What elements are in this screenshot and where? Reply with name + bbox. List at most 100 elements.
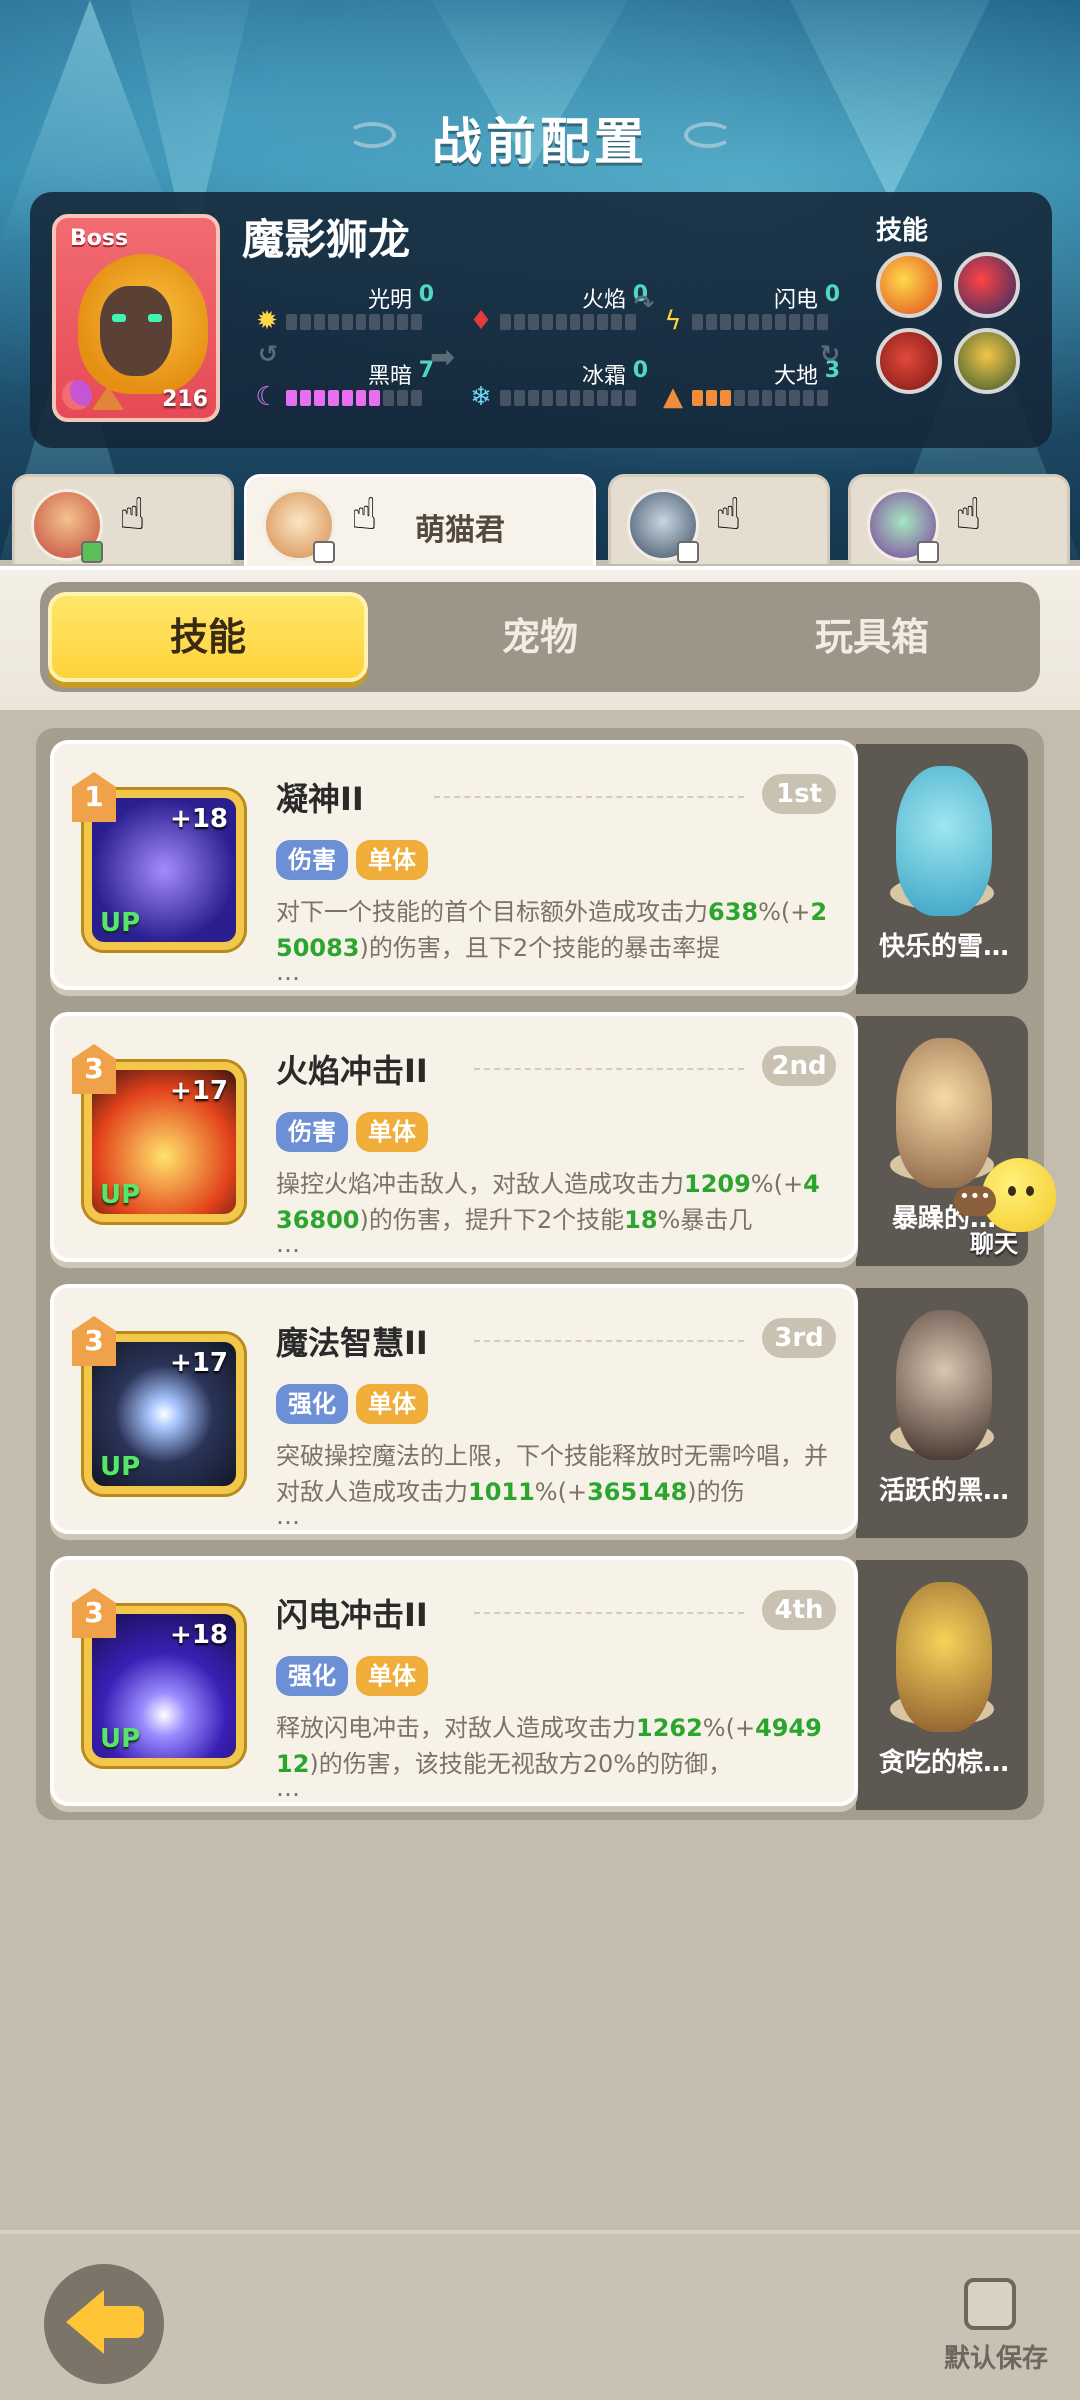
- boss-skill-claw-icon[interactable]: [876, 328, 942, 394]
- back-arrow-icon-tail: [100, 2306, 144, 2338]
- skill-tag: 单体: [356, 1384, 428, 1424]
- lion-face: [100, 286, 172, 376]
- element-bar: [286, 314, 423, 330]
- skill-card-2[interactable]: +17 UP 3 火焰冲击II 2nd 伤害 单体 操控火焰冲击敌人，对敌人造成…: [50, 1012, 858, 1262]
- skill-title: 火焰冲击II: [276, 1052, 428, 1090]
- pet-figure-image: [896, 1310, 992, 1460]
- pet-name: 快乐的雪…: [878, 932, 1009, 962]
- tab-pets[interactable]: 宠物: [380, 592, 700, 682]
- skill-rank-badge: 3: [72, 1044, 116, 1094]
- skill-up-label: UP: [100, 1180, 141, 1210]
- skill-tags: 伤害 单体: [276, 1112, 428, 1152]
- element-label: 冰霜: [581, 364, 626, 389]
- skill-up-label: UP: [100, 908, 141, 938]
- tab-skills[interactable]: 技能: [48, 592, 368, 682]
- snowflake-icon: ❄: [470, 382, 492, 412]
- skill-tag: 单体: [356, 840, 428, 880]
- moon-icon: ☾: [255, 382, 279, 412]
- skill-tags: 伤害 单体: [276, 840, 428, 880]
- skill-title: 闪电冲击II: [276, 1596, 428, 1634]
- hero-tab-4[interactable]: ☝: [848, 474, 1070, 564]
- element-value: 0: [418, 282, 434, 307]
- chat-dots-icon: •••: [954, 1186, 996, 1216]
- boss-skills-label: 技能: [876, 216, 929, 246]
- back-arrow-icon: [66, 2290, 104, 2354]
- pet-slot-3[interactable]: 活跃的黑…: [856, 1288, 1028, 1538]
- pet-name: 活跃的黑…: [878, 1476, 1009, 1506]
- skill-card-1[interactable]: +18 UP 1 凝神II 1st 伤害 单体 对下一个技能的首个目标额外造成攻…: [50, 740, 858, 990]
- pointing-hand-icon: ☝: [955, 489, 982, 540]
- skill-order-badge: 1st: [762, 774, 836, 814]
- skill-card-3[interactable]: +17 UP 3 魔法智慧II 3rd 强化 单体 突破操控魔法的上限，下个技能…: [50, 1284, 858, 1534]
- boss-portrait[interactable]: Boss 216: [52, 214, 220, 422]
- skill-order-badge: 2nd: [762, 1046, 836, 1086]
- element-dark: 黑暗 7 ☾: [252, 358, 452, 412]
- pointing-hand-icon: ☝: [351, 489, 378, 540]
- skill-rank-badge: 3: [72, 1316, 116, 1366]
- chat-button[interactable]: ••• 聊天: [954, 1158, 1064, 1258]
- tab-toybox[interactable]: 玩具箱: [712, 592, 1032, 682]
- boss-name: 魔影狮龙: [242, 215, 411, 264]
- divider: [474, 1340, 744, 1342]
- skill-desc-ellipsis: …: [276, 1230, 300, 1258]
- hero-tab-3[interactable]: ☝: [608, 474, 830, 564]
- skill-description: 对下一个技能的首个目标额外造成攻击力638%(+250083)的伤害，且下2个技…: [276, 898, 828, 962]
- chat-label: 聊天: [970, 1230, 1018, 1258]
- skill-up-label: UP: [100, 1452, 141, 1482]
- element-bar: [692, 390, 829, 406]
- element-light: 光明 0 ✹: [252, 282, 452, 336]
- boss-info-panel: Boss 216 魔影狮龙 光明 0 ✹ 火焰 0 ♦ 闪电 0 ϟ 黑暗 7 …: [30, 192, 1052, 448]
- element-frost: 冰霜 0 ❄: [466, 358, 666, 412]
- boss-skill-beast-icon[interactable]: [954, 328, 1020, 394]
- pointing-hand-icon: ☝: [119, 489, 146, 540]
- element-bar: [692, 314, 829, 330]
- element-label: 大地: [773, 364, 818, 389]
- dark-element-icon: [62, 380, 92, 410]
- pet-figure-image: [896, 1582, 992, 1732]
- element-cycle-arrow: ↻: [820, 340, 841, 368]
- element-lightning: 闪电 0 ϟ: [658, 282, 858, 336]
- skill-card-4[interactable]: +18 UP 3 闪电冲击II 4th 强化 单体 释放闪电冲击，对敌人造成攻击…: [50, 1556, 858, 1806]
- pet-slot-4[interactable]: 贪吃的棕…: [856, 1560, 1028, 1810]
- element-value: 0: [824, 282, 840, 307]
- divider: [434, 796, 744, 798]
- lion-eye-right: [148, 314, 162, 322]
- hero-badge-icon: [917, 541, 939, 563]
- skill-tag: 强化: [276, 1384, 348, 1424]
- hero-badge-icon: [313, 541, 335, 563]
- skill-order-badge: 4th: [762, 1590, 836, 1630]
- skill-description: 操控火焰冲击敌人，对敌人造成攻击力1209%(+436800)的伤害，提升下2个…: [276, 1170, 820, 1234]
- boss-skill-bird-icon[interactable]: [954, 252, 1020, 318]
- pet-slot-1[interactable]: 快乐的雪…: [856, 744, 1028, 994]
- element-label: 黑暗: [367, 364, 412, 389]
- skill-tag: 伤害: [276, 1112, 348, 1152]
- skill-plus: +17: [170, 1348, 228, 1378]
- hero-tab-2[interactable]: ☝ 萌猫君: [244, 474, 596, 570]
- element-cycle-arrow: ↺: [258, 340, 279, 368]
- skill-desc-ellipsis: …: [276, 1774, 300, 1802]
- hero-badge-icon: [81, 541, 103, 563]
- divider: [474, 1612, 744, 1614]
- page-title: 战前配置: [432, 113, 648, 171]
- skill-rank-badge: 3: [72, 1588, 116, 1638]
- skill-rank-badge: 1: [72, 772, 116, 822]
- hero-tab-1[interactable]: ☝: [12, 474, 234, 564]
- skill-tag: 伤害: [276, 840, 348, 880]
- skill-description: 突破操控魔法的上限，下个技能释放时无需吟唱，并对敌人造成攻击力1011%(+36…: [276, 1442, 828, 1506]
- boss-skill-fire-icon[interactable]: [876, 252, 942, 318]
- skill-desc-ellipsis: …: [276, 958, 300, 986]
- skill-order-badge: 3rd: [762, 1318, 836, 1358]
- lightning-icon: ϟ: [664, 306, 682, 336]
- element-value: 0: [632, 358, 648, 383]
- skill-plus: +18: [170, 804, 228, 834]
- element-cycle-arrow: ➡: [430, 340, 456, 375]
- default-save-checkbox[interactable]: [964, 2278, 1016, 2330]
- element-bar: [500, 390, 637, 406]
- boss-level: 216: [162, 387, 208, 412]
- element-bar: [500, 314, 637, 330]
- pointing-hand-icon: ☝: [715, 489, 742, 540]
- skill-desc-ellipsis: …: [276, 1502, 300, 1530]
- skill-plus: +17: [170, 1076, 228, 1106]
- skill-up-label: UP: [100, 1724, 141, 1754]
- back-button[interactable]: [44, 2264, 164, 2384]
